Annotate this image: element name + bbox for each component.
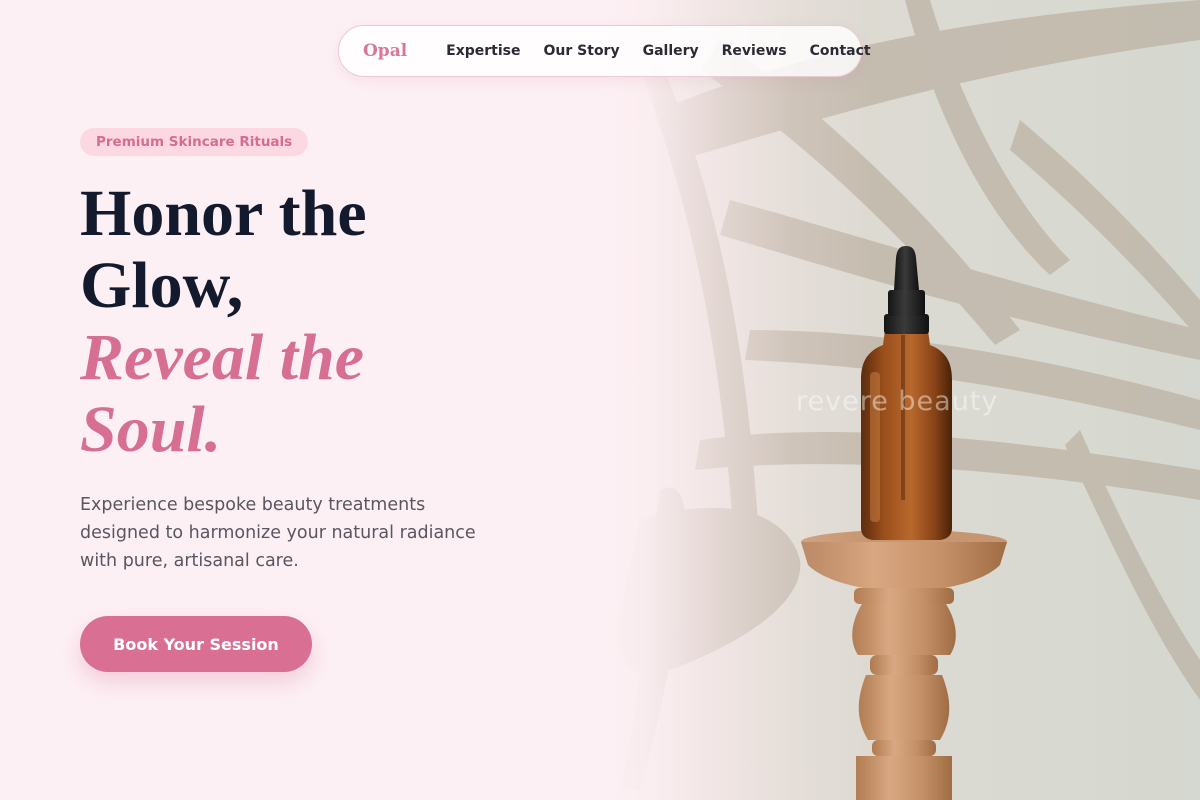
brand-logo[interactable]: Opal (363, 41, 407, 61)
headline-line-2: Glow, (80, 249, 244, 322)
nav-link-reviews[interactable]: Reviews (722, 43, 787, 59)
headline-accent-line-1: Reveal the (80, 321, 365, 394)
nav-link-gallery[interactable]: Gallery (643, 43, 699, 59)
headline-accent-line-2: Soul. (80, 393, 222, 466)
description-line-3: with pure, artisanal care. (80, 551, 299, 571)
image-watermark: revere beauty (796, 386, 999, 417)
hero-badge: Premium Skincare Rituals (80, 128, 309, 156)
nav-link-our-story[interactable]: Our Story (544, 43, 620, 59)
book-session-button[interactable]: Book Your Session (80, 616, 312, 672)
description-line-1: Experience bespoke beauty treatments (80, 495, 426, 515)
nav-link-expertise[interactable]: Expertise (446, 43, 520, 59)
hero-headline: Honor the Glow, Reveal the Soul. (80, 178, 550, 466)
headline-line-1: Honor the (80, 177, 367, 250)
hero-image: revere beauty (600, 0, 1200, 800)
nav-links: Expertise Our Story Gallery Reviews Cont… (446, 43, 870, 59)
nav-link-contact[interactable]: Contact (810, 43, 871, 59)
description-line-2: designed to harmonize your natural radia… (80, 523, 476, 543)
top-nav: Opal Expertise Our Story Gallery Reviews… (338, 25, 871, 77)
hero-description: Experience bespoke beauty treatments des… (80, 491, 520, 575)
